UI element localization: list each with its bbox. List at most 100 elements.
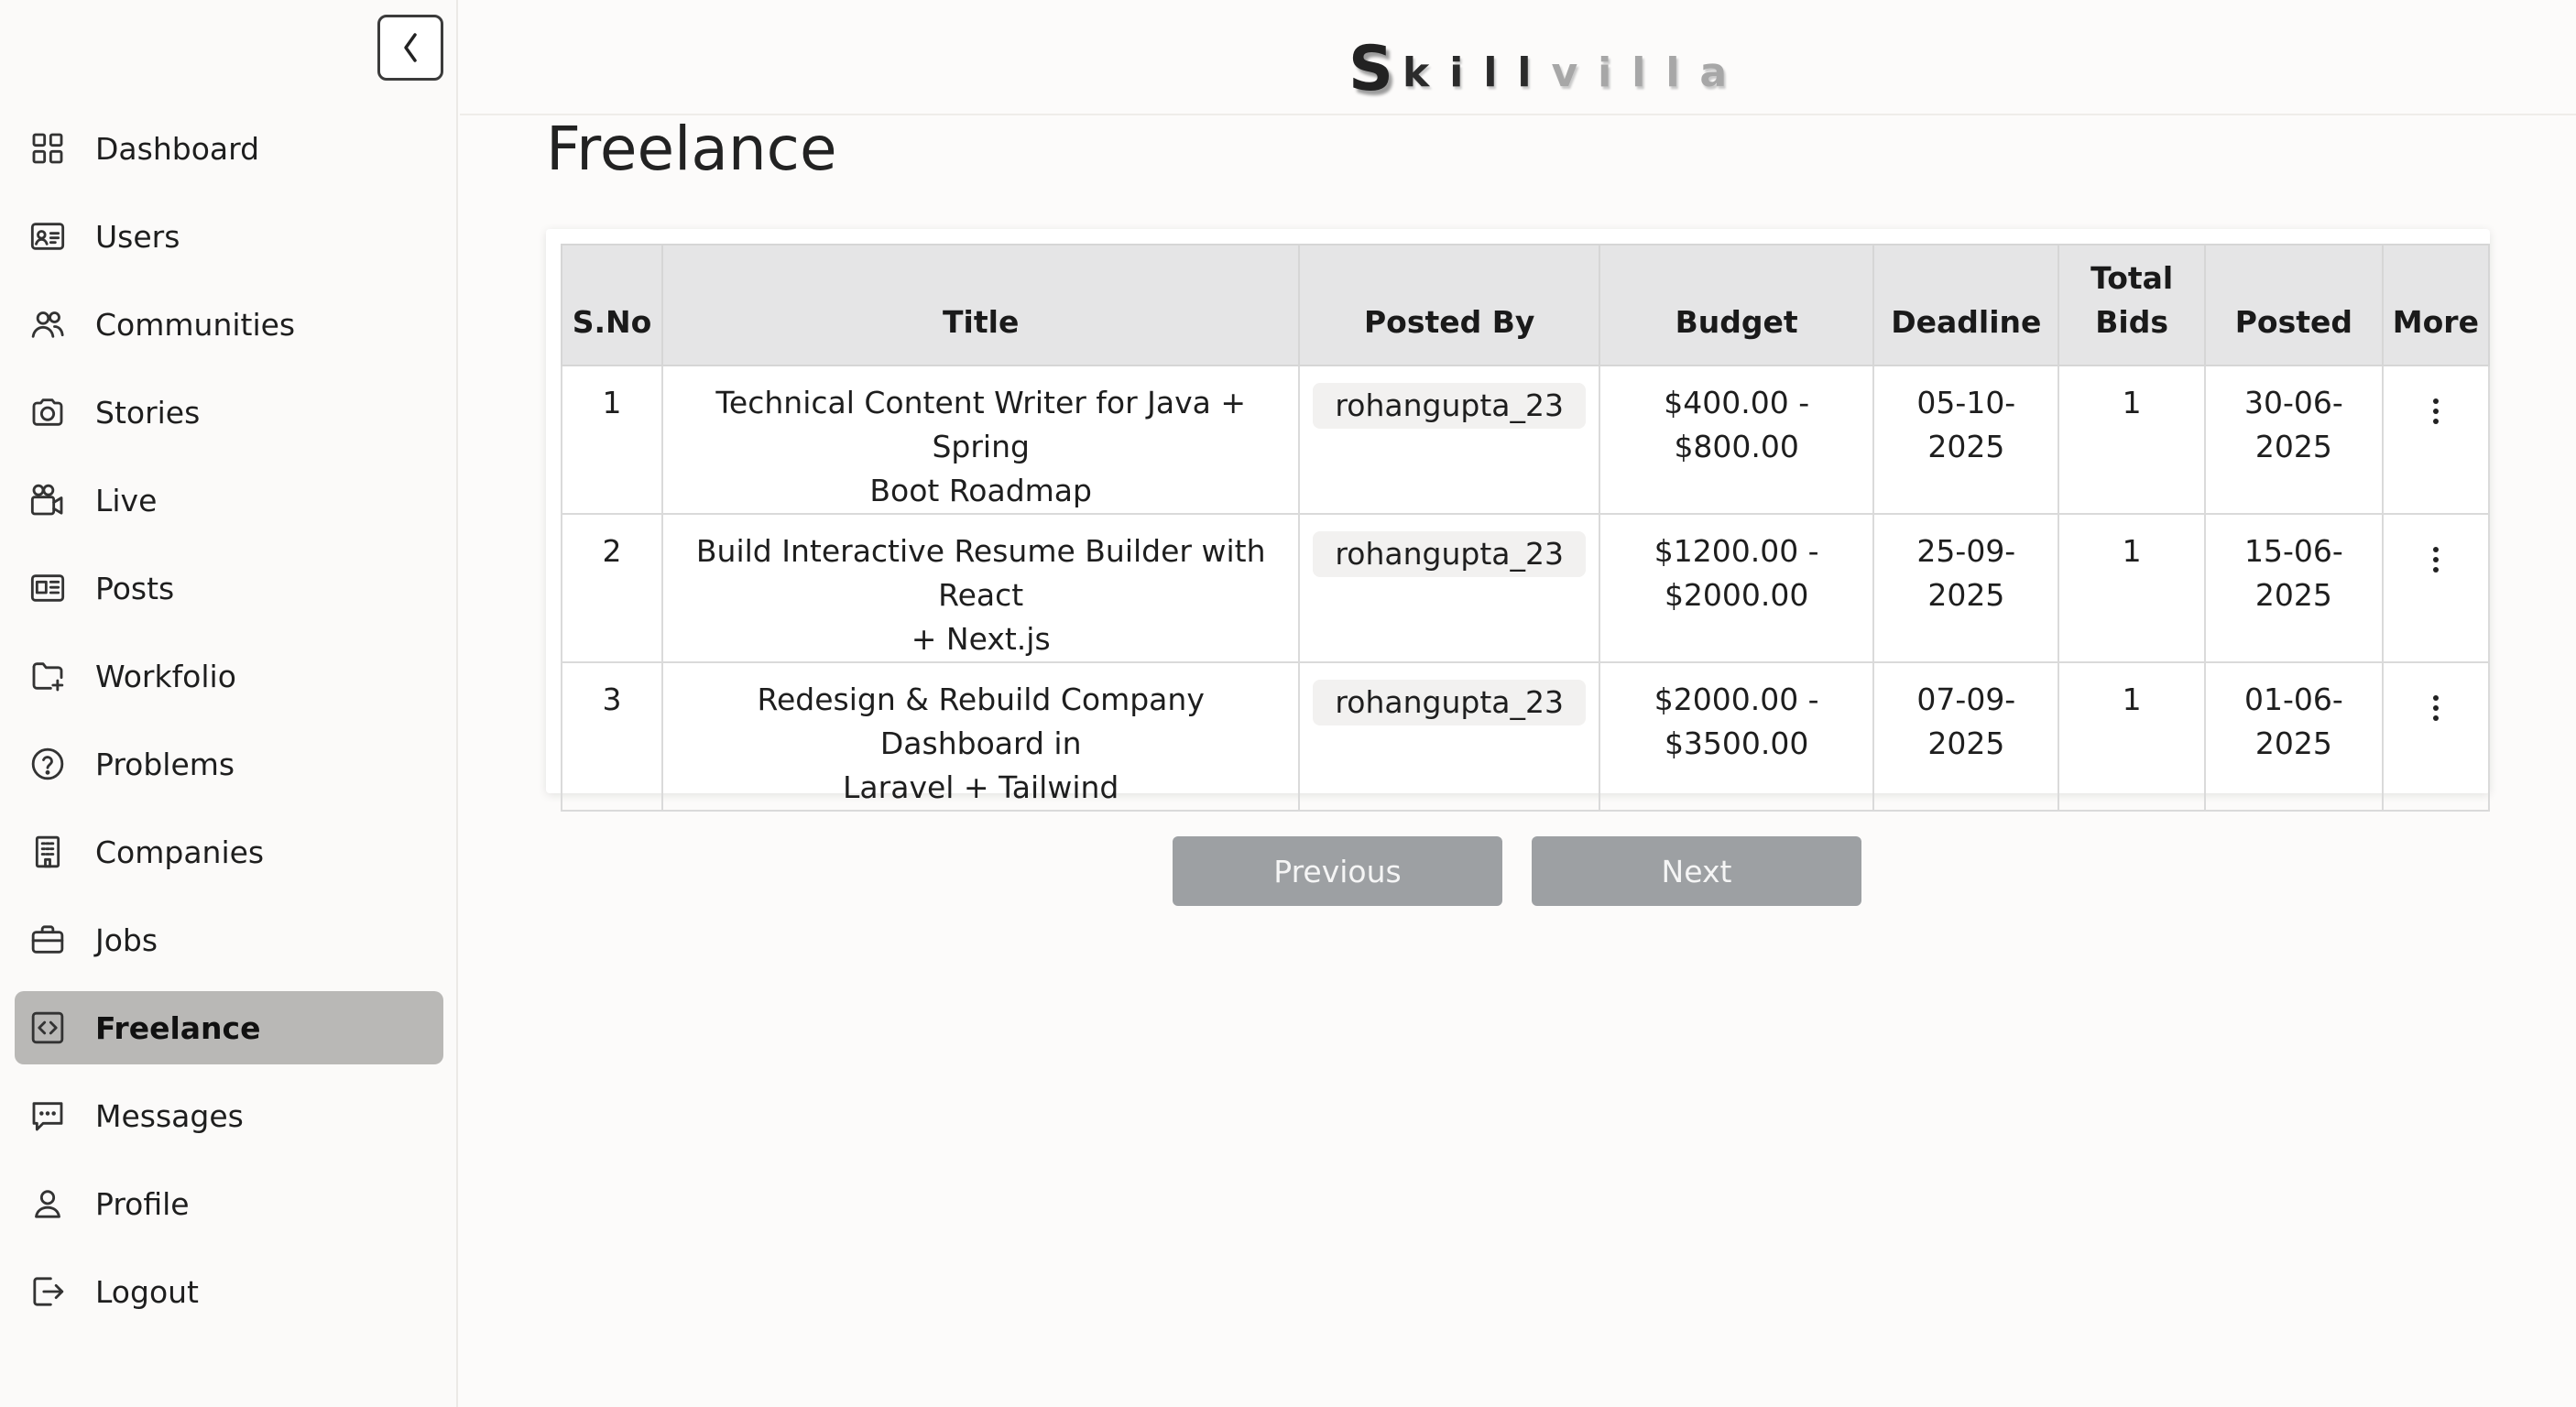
cell-more xyxy=(2381,661,2491,812)
grid-icon xyxy=(27,128,68,169)
column-header-total-bids[interactable]: Total Bids xyxy=(2058,244,2207,366)
logout-icon xyxy=(27,1271,68,1312)
sidebar-item-label: Users xyxy=(95,218,180,255)
title-line: Redesign & Rebuild Company Dashboard in xyxy=(757,682,1205,761)
table-row[interactable]: 3 Redesign & Rebuild Company Dashboard i… xyxy=(561,661,2491,812)
deadline-line: 2025 xyxy=(1927,725,2005,761)
previous-page-button[interactable]: Previous xyxy=(1173,836,1502,906)
freelance-table: S.No Title Posted By Budget Deadline Tot… xyxy=(561,244,2491,812)
column-header-deadline[interactable]: Deadline xyxy=(1872,244,2060,366)
logo-light-part: villa xyxy=(1551,49,1748,96)
budget-line: $2000.00 - xyxy=(1654,682,1819,717)
sidebar-item-workfolio[interactable]: Workfolio xyxy=(15,639,443,713)
header-line: Total xyxy=(2090,260,2174,296)
sidebar-nav: Dashboard Users Communities Stories Live xyxy=(15,112,443,1343)
page-title: Freelance xyxy=(546,114,837,184)
budget-line: $2000.00 xyxy=(1664,577,1809,613)
sidebar-item-label: Stories xyxy=(95,394,201,431)
next-page-button[interactable]: Next xyxy=(1532,836,1861,906)
column-header-posted-by[interactable]: Posted By xyxy=(1298,244,1600,366)
sidebar-item-label: Logout xyxy=(95,1273,199,1310)
chevron-left-icon xyxy=(404,33,417,62)
sidebar-item-companies[interactable]: Companies xyxy=(15,815,443,889)
building-icon xyxy=(27,832,68,872)
sidebar-item-logout[interactable]: Logout xyxy=(15,1255,443,1328)
logo-dark-part: kill xyxy=(1402,49,1552,96)
column-header-title[interactable]: Title xyxy=(660,244,1301,366)
sidebar-item-label: Messages xyxy=(95,1097,244,1134)
username-tag[interactable]: rohangupta_23 xyxy=(1313,383,1586,429)
camera-icon xyxy=(27,392,68,432)
sidebar-item-dashboard[interactable]: Dashboard xyxy=(15,112,443,185)
column-header-posted[interactable]: Posted xyxy=(2204,244,2384,366)
cell-title: Build Interactive Resume Builder with Re… xyxy=(660,513,1301,663)
cell-total-bids: 1 xyxy=(2058,661,2207,812)
posted-line: 2025 xyxy=(2254,429,2332,464)
cell-posted: 01-06- 2025 xyxy=(2204,661,2384,812)
sidebar-item-communities[interactable]: Communities xyxy=(15,288,443,361)
deadline-line: 2025 xyxy=(1927,577,2005,613)
deadline-line: 07-09- xyxy=(1916,682,2016,717)
cell-posted-by: rohangupta_23 xyxy=(1298,661,1600,812)
sidebar-item-stories[interactable]: Stories xyxy=(15,376,443,449)
budget-line: $400.00 - xyxy=(1664,385,1810,420)
title-line: Technical Content Writer for Java + Spri… xyxy=(715,385,1247,464)
sidebar-item-label: Profile xyxy=(95,1185,190,1222)
sidebar-item-label: Dashboard xyxy=(95,130,260,167)
sidebar-item-messages[interactable]: Messages xyxy=(15,1079,443,1152)
title-line: Laravel + Tailwind xyxy=(843,769,1119,805)
title-line: Build Interactive Resume Builder with Re… xyxy=(695,533,1266,613)
cell-deadline: 25-09- 2025 xyxy=(1872,513,2060,663)
posted-line: 30-06- xyxy=(2243,385,2343,420)
title-line: Boot Roadmap xyxy=(869,473,1092,508)
column-header-sno[interactable]: S.No xyxy=(561,244,663,366)
posted-line: 2025 xyxy=(2254,577,2332,613)
cell-sno: 1 xyxy=(561,365,663,515)
cell-posted: 30-06- 2025 xyxy=(2204,365,2384,515)
cell-budget: $400.00 - $800.00 xyxy=(1598,365,1875,515)
deadline-line: 25-09- xyxy=(1916,533,2016,569)
username-tag[interactable]: rohangupta_23 xyxy=(1313,680,1586,725)
sidebar-item-label: Companies xyxy=(95,834,265,870)
sidebar-item-users[interactable]: Users xyxy=(15,200,443,273)
posted-line: 01-06- xyxy=(2243,682,2343,717)
id-card-icon xyxy=(27,216,68,256)
logo-wordmark: killvilla xyxy=(1403,53,1747,93)
sidebar-item-profile[interactable]: Profile xyxy=(15,1167,443,1240)
sidebar-item-label: Communities xyxy=(95,306,296,343)
collapse-sidebar-button[interactable] xyxy=(377,15,443,81)
sidebar-item-label: Jobs xyxy=(95,922,158,958)
more-vertical-icon[interactable] xyxy=(2431,397,2440,432)
posted-line: 2025 xyxy=(2254,725,2332,761)
column-header-budget[interactable]: Budget xyxy=(1598,244,1875,366)
brand-logo[interactable]: S killvilla xyxy=(1348,27,1747,101)
freelance-table-card: S.No Title Posted By Budget Deadline Tot… xyxy=(546,229,2491,812)
sidebar-item-label: Freelance xyxy=(95,1009,261,1046)
folder-plus-icon xyxy=(27,656,68,696)
video-camera-icon xyxy=(27,480,68,520)
more-vertical-icon[interactable] xyxy=(2431,545,2440,581)
sidebar-item-problems[interactable]: Problems xyxy=(15,727,443,801)
title-line: + Next.js xyxy=(911,621,1051,657)
cell-deadline: 07-09- 2025 xyxy=(1872,661,2060,812)
table-row[interactable]: 1 Technical Content Writer for Java + Sp… xyxy=(561,365,2491,515)
username-tag[interactable]: rohangupta_23 xyxy=(1313,531,1586,577)
question-circle-icon xyxy=(27,744,68,784)
newspaper-icon xyxy=(27,568,68,608)
cell-deadline: 05-10- 2025 xyxy=(1872,365,2060,515)
table-header-row: S.No Title Posted By Budget Deadline Tot… xyxy=(561,244,2491,366)
cell-budget: $1200.00 - $2000.00 xyxy=(1598,513,1875,663)
more-vertical-icon[interactable] xyxy=(2431,693,2440,729)
sidebar-item-label: Workfolio xyxy=(95,658,236,694)
budget-line: $1200.00 - xyxy=(1654,533,1819,569)
sidebar-item-live[interactable]: Live xyxy=(15,464,443,537)
people-icon xyxy=(27,304,68,344)
sidebar-item-posts[interactable]: Posts xyxy=(15,551,443,625)
table-row[interactable]: 2 Build Interactive Resume Builder with … xyxy=(561,513,2491,663)
cell-total-bids: 1 xyxy=(2058,365,2207,515)
cell-posted-by: rohangupta_23 xyxy=(1298,365,1600,515)
logo-initial: S xyxy=(1348,33,1393,105)
sidebar-item-freelance[interactable]: Freelance xyxy=(15,991,443,1064)
sidebar-item-jobs[interactable]: Jobs xyxy=(15,903,443,976)
cell-more xyxy=(2381,513,2491,663)
